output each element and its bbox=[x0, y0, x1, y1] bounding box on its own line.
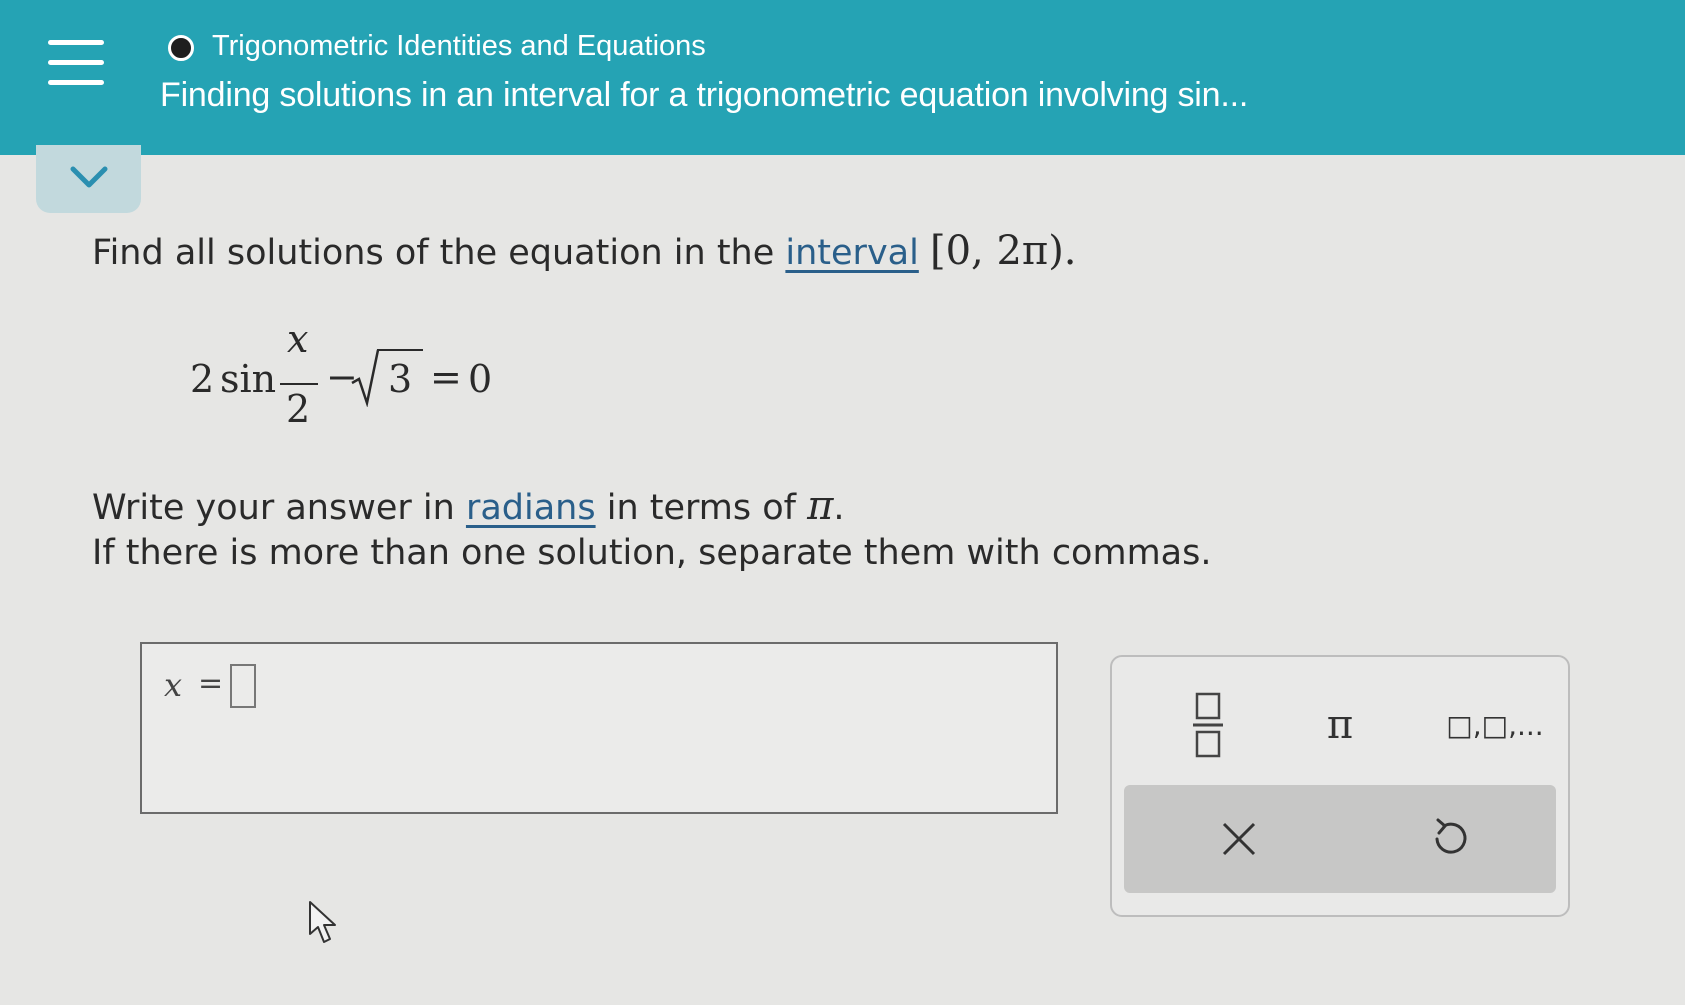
keypad-action-row bbox=[1124, 785, 1556, 893]
undo-button[interactable] bbox=[1414, 799, 1484, 879]
pi-button[interactable]: π bbox=[1308, 685, 1372, 765]
sqrt-icon bbox=[351, 349, 380, 407]
chevron-down-icon bbox=[70, 166, 108, 188]
answer-equals: = bbox=[198, 666, 224, 701]
eq-denominator: 2 bbox=[286, 387, 311, 431]
instruction-line-2: If there is more than one solution, sepa… bbox=[92, 533, 1212, 573]
fraction-icon bbox=[1193, 692, 1223, 758]
math-keypad: π □,□,... bbox=[1110, 655, 1570, 917]
eq-equals: = bbox=[430, 355, 462, 399]
undo-icon bbox=[1435, 818, 1467, 854]
fraction-button[interactable] bbox=[1182, 685, 1234, 765]
instruction-text: . bbox=[833, 488, 845, 528]
radians-link[interactable]: radians bbox=[466, 488, 596, 528]
header-bar: Trigonometric Identities and Equations F… bbox=[0, 0, 1685, 155]
topic-title: Trigonometric Identities and Equations bbox=[212, 30, 706, 62]
answer-input[interactable] bbox=[230, 664, 256, 708]
eq-rhs: 0 bbox=[468, 357, 493, 401]
eq-coefficient: 2 bbox=[190, 357, 215, 401]
fraction-bar bbox=[280, 383, 318, 385]
instruction-text: Write your answer in bbox=[92, 488, 466, 528]
sqrt-vinculum bbox=[377, 349, 423, 351]
instruction-line-1: Write your answer in radians in terms of… bbox=[92, 483, 845, 529]
eq-function: sin bbox=[220, 357, 277, 401]
interval-expression: [0, 2π). bbox=[929, 228, 1077, 274]
prompt-text: Find all solutions of the equation in th… bbox=[92, 233, 786, 273]
eq-numerator: x bbox=[287, 317, 309, 361]
lesson-title: Finding solutions in an interval for a t… bbox=[160, 76, 1249, 114]
answer-box[interactable]: x = bbox=[140, 642, 1058, 814]
menu-icon[interactable] bbox=[48, 40, 104, 86]
instruction-text: in terms of bbox=[595, 488, 808, 528]
answer-variable: x bbox=[164, 666, 183, 704]
eq-radicand: 3 bbox=[388, 357, 413, 401]
interval-link[interactable]: interval bbox=[785, 233, 918, 273]
clear-button[interactable] bbox=[1204, 799, 1274, 879]
pi-symbol: π bbox=[807, 483, 834, 529]
list-button[interactable]: □,□,... bbox=[1440, 685, 1550, 765]
close-icon bbox=[1222, 822, 1256, 856]
mouse-pointer-icon bbox=[309, 901, 336, 943]
collapse-header-button[interactable] bbox=[36, 145, 141, 213]
topic-status-icon bbox=[168, 35, 194, 61]
problem-prompt: Find all solutions of the equation in th… bbox=[92, 228, 1077, 274]
